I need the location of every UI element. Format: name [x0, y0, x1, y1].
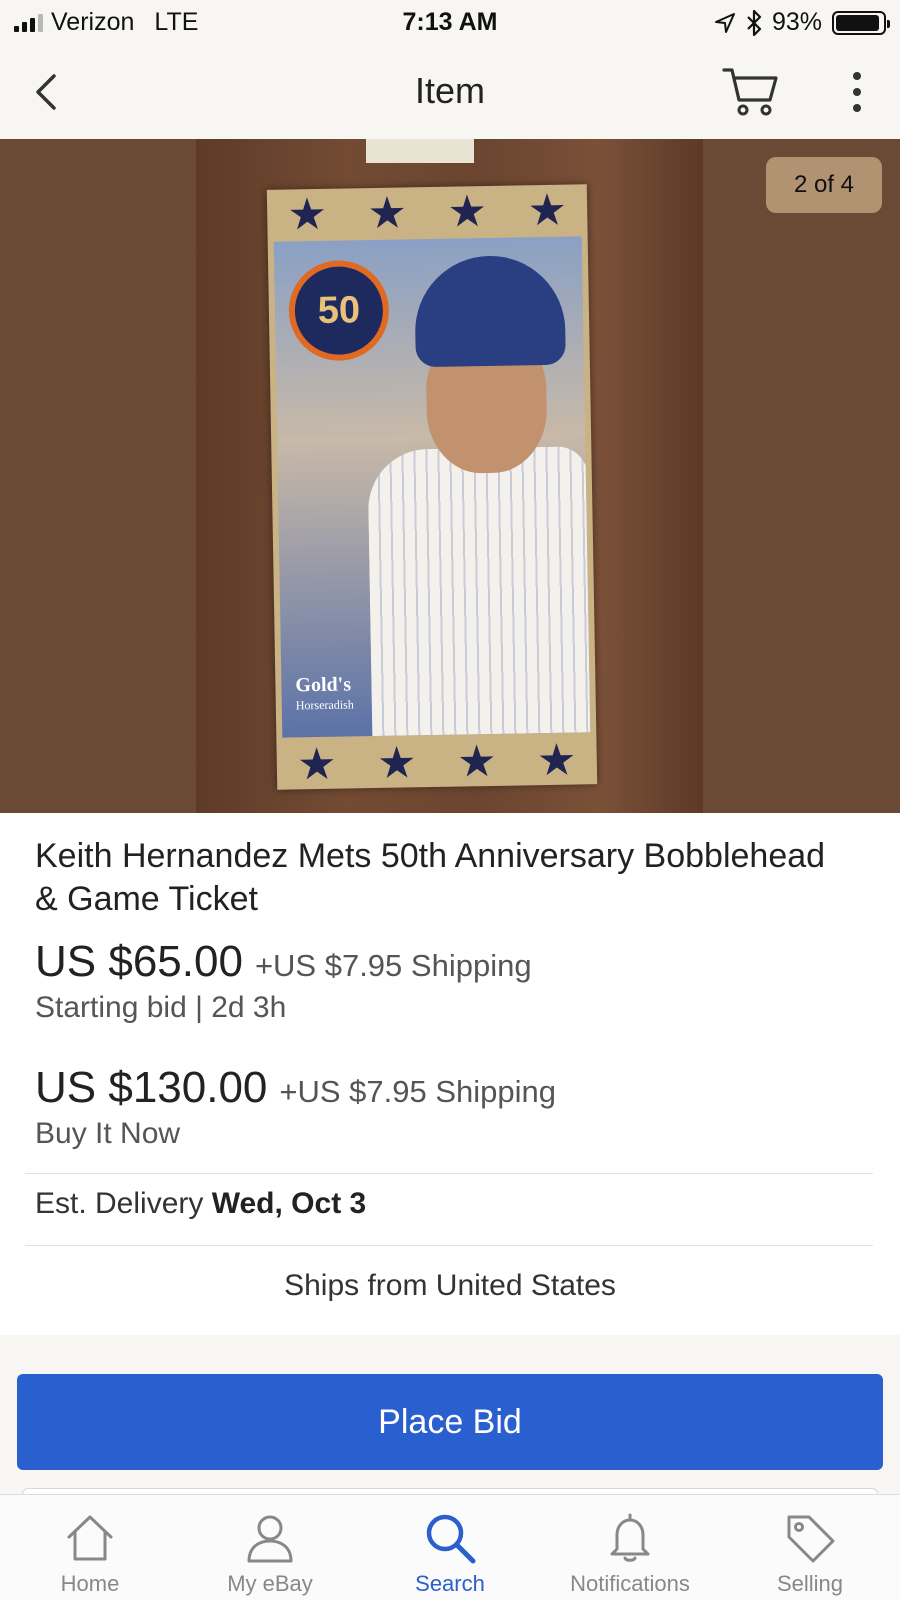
item-details: Keith Hernandez Mets 50th Anniversary Bo… — [0, 813, 900, 1335]
tab-label: Notifications — [570, 1571, 690, 1596]
image-gallery[interactable]: ★ ★ ★ ★ 50 Gold's Horseradish ★ ★ ★ ★ 2 of 4 — [0, 139, 900, 813]
location-arrow-icon — [714, 12, 735, 33]
battery-percent: 93% — [771, 8, 822, 36]
star-band-top: ★ ★ ★ ★ — [287, 185, 568, 239]
buy-it-now-price-row: US $130.00 +US $7.95 Shipping — [35, 1063, 556, 1113]
bid-shipping: +US $7.95 Shipping — [254, 948, 532, 983]
tab-selling[interactable]: Selling — [720, 1495, 900, 1600]
item-title: Keith Hernandez Mets 50th Anniversary Bo… — [35, 837, 826, 918]
tab-home[interactable]: Home — [0, 1495, 180, 1600]
buy-it-now-price: US $130.00 — [35, 1063, 268, 1112]
battery-fill — [836, 14, 879, 31]
delivery-date: Wed, Oct 3 — [211, 1187, 367, 1220]
status-right: 93% — [714, 8, 890, 37]
tab-my-ebay[interactable]: My eBay — [180, 1495, 360, 1600]
tab-label: Selling — [776, 1571, 844, 1596]
person-icon — [247, 1515, 293, 1563]
bid-price-row: US $65.00 +US $7.95 Shipping — [35, 937, 532, 987]
bid-info: Starting bid | 2d 3h — [35, 991, 287, 1024]
player-helmet-graphic — [413, 254, 566, 368]
tab-label: My eBay — [227, 1571, 313, 1596]
estimated-delivery: Est. Delivery Wed, Oct 3 — [35, 1187, 366, 1221]
image-counter-badge: 2 of 4 — [765, 157, 882, 213]
product-photo[interactable]: ★ ★ ★ ★ 50 Gold's Horseradish ★ ★ ★ ★ — [196, 139, 703, 813]
bell-icon — [610, 1513, 650, 1562]
ships-from: Ships from United States — [284, 1269, 616, 1302]
tab-label: Search — [415, 1571, 485, 1596]
status-bar: Verizon LTE 7:13 AM 93% — [0, 0, 900, 46]
ticket-stub-graphic — [366, 139, 474, 163]
bid-price: US $65.00 — [35, 937, 243, 986]
divider — [25, 1245, 873, 1246]
anniversary-logo: 50 — [288, 259, 390, 362]
buy-it-now-shipping: +US $7.95 Shipping — [279, 1074, 557, 1109]
place-bid-button[interactable]: Place Bid — [17, 1374, 883, 1470]
tab-bar: Home My eBay Search Notifications Sellin… — [0, 1494, 900, 1600]
bluetooth-icon — [747, 9, 762, 36]
divider — [25, 1173, 873, 1174]
player-photo-graphic: 50 Gold's Horseradish — [273, 236, 591, 738]
sponsor-logo: Gold's Horseradish — [295, 673, 354, 715]
tab-label: Home — [60, 1571, 120, 1596]
player-jersey-graphic — [367, 446, 591, 738]
tag-icon — [787, 1515, 835, 1563]
home-icon — [67, 1515, 113, 1561]
delivery-label: Est. Delivery — [35, 1187, 204, 1220]
buy-it-now-label: Buy It Now — [35, 1117, 181, 1150]
battery-icon — [832, 10, 890, 35]
cart-icon[interactable] — [722, 66, 780, 118]
nav-bar: Item — [0, 46, 900, 139]
star-band-bottom: ★ ★ ★ ★ — [296, 735, 577, 789]
bobblehead-box-graphic: ★ ★ ★ ★ 50 Gold's Horseradish ★ ★ ★ ★ — [266, 184, 598, 790]
tab-search[interactable]: Search — [360, 1495, 540, 1600]
sponsor-subtitle: Horseradish — [295, 697, 354, 713]
more-vertical-icon[interactable] — [842, 68, 872, 116]
sponsor-name: Gold's — [295, 673, 352, 697]
search-icon — [426, 1514, 476, 1564]
tab-notifications[interactable]: Notifications — [540, 1495, 720, 1600]
